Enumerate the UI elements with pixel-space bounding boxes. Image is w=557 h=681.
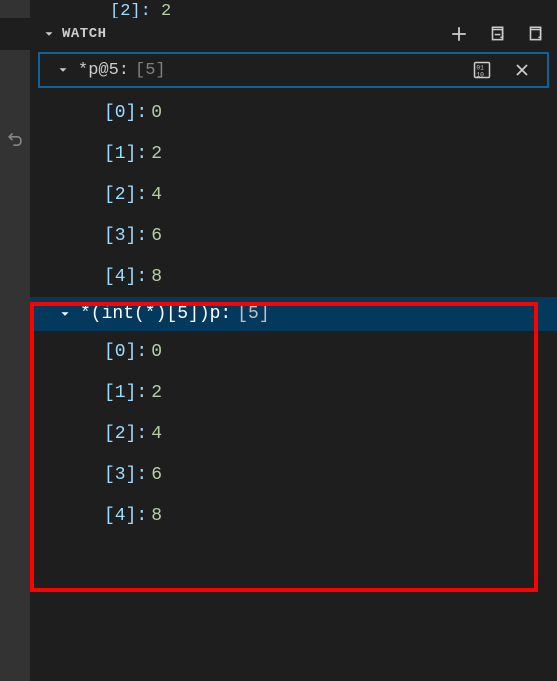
element-value: 2 <box>151 144 162 164</box>
section-title: WATCH <box>62 26 107 42</box>
expression-summary: [5] <box>135 61 166 80</box>
array-element[interactable]: [1]: 2 <box>0 133 557 174</box>
array-element[interactable]: [0]: 0 <box>0 331 557 372</box>
add-expression-icon[interactable] <box>449 24 469 44</box>
array-element[interactable]: [1]: 2 <box>0 372 557 413</box>
element-value: 2 <box>151 383 162 403</box>
array-element[interactable]: [4]: 8 <box>0 495 557 536</box>
element-index: [4]: <box>104 506 147 526</box>
expression-name: *(int(*)[5])p: <box>80 304 231 324</box>
element-index: [1]: <box>104 144 147 164</box>
expression-name: *p@5: <box>78 61 129 80</box>
array-element[interactable]: [2]: 4 <box>0 413 557 454</box>
element-index: [3]: <box>104 226 147 246</box>
watch-section-header[interactable]: WATCH <box>0 18 557 50</box>
view-binary-icon[interactable]: 01 10 <box>471 59 493 81</box>
element-value: 6 <box>151 226 162 246</box>
element-value: 4 <box>151 424 162 444</box>
element-index: [2]: <box>104 424 147 444</box>
gutter-icon <box>4 130 26 152</box>
array-element[interactable]: [2]: 4 <box>0 174 557 215</box>
expression-summary: [5] <box>237 304 269 324</box>
fragment-value: 2 <box>161 2 171 18</box>
watch-expression-2[interactable]: *(int(*)[5])p: [5] <box>0 297 557 331</box>
array-element[interactable]: [3]: 6 <box>0 454 557 495</box>
chevron-down-icon <box>58 307 72 321</box>
element-value: 8 <box>151 267 162 287</box>
chevron-down-icon <box>56 63 70 77</box>
element-value: 0 <box>151 342 162 362</box>
array-element[interactable]: [0]: 0 <box>0 92 557 133</box>
chevron-down-icon <box>42 27 56 41</box>
watch-body: *p@5: [5] 01 10 [0]: 0 [1]: 2 [2]: 4 [3]… <box>0 50 557 536</box>
element-index: [3]: <box>104 465 147 485</box>
element-index: [1]: <box>104 383 147 403</box>
array-element[interactable]: [3]: 6 <box>0 215 557 256</box>
element-value: 4 <box>151 185 162 205</box>
collapse-all-icon[interactable] <box>487 24 507 44</box>
element-index: [4]: <box>104 267 147 287</box>
element-value: 6 <box>151 465 162 485</box>
svg-text:10: 10 <box>476 71 484 78</box>
watch-expression-1[interactable]: *p@5: [5] 01 10 <box>38 52 549 88</box>
element-index: [0]: <box>104 342 147 362</box>
element-value: 0 <box>151 103 162 123</box>
remove-expression-icon[interactable] <box>511 59 533 81</box>
fragment-index: [2]: <box>110 2 151 18</box>
remove-all-icon[interactable] <box>525 24 545 44</box>
element-index: [0]: <box>104 103 147 123</box>
element-index: [2]: <box>104 185 147 205</box>
previous-item-fragment: [2]: 2 <box>0 0 557 18</box>
element-value: 8 <box>151 506 162 526</box>
activity-bar <box>0 0 30 681</box>
array-element[interactable]: [4]: 8 <box>0 256 557 297</box>
